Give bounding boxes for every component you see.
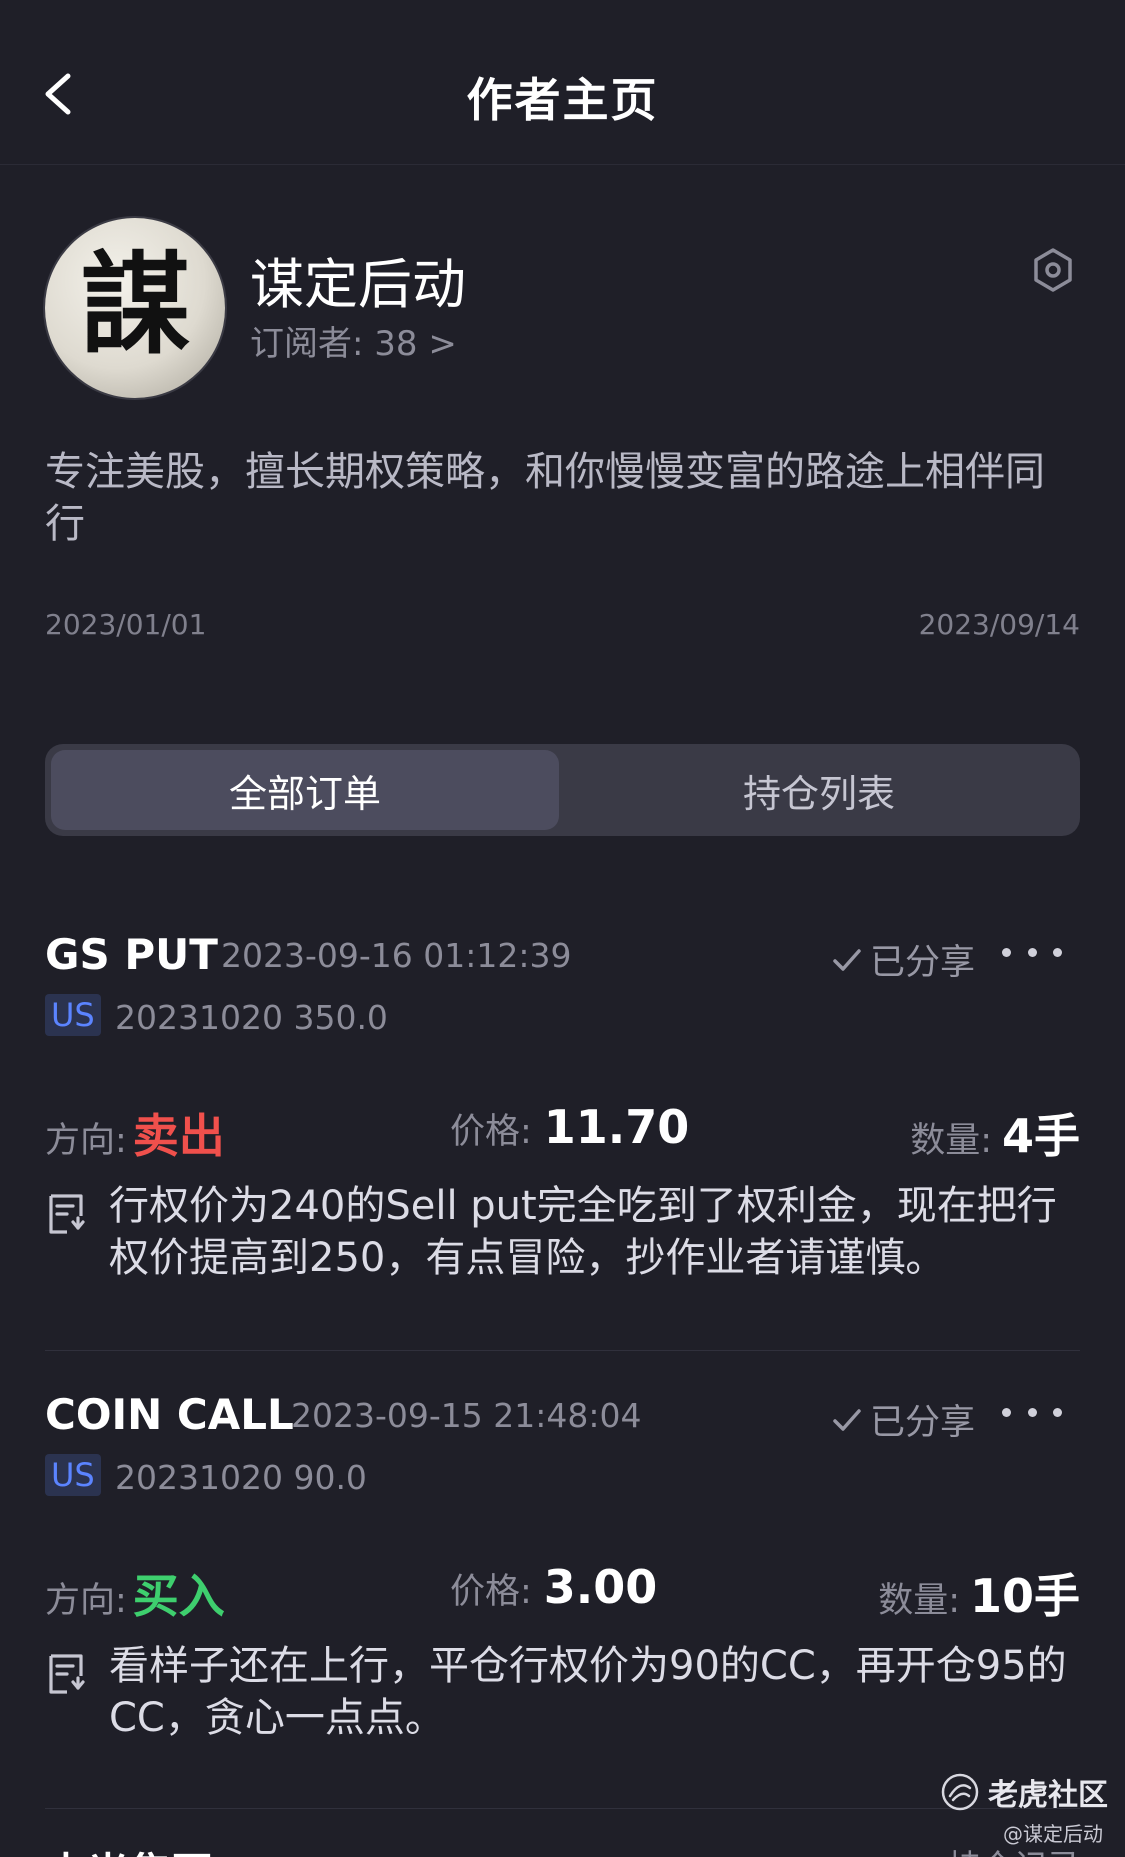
next-order-symbol[interactable]: 中光集团 W (45, 1840, 274, 1857)
market-badge: US (45, 1454, 101, 1496)
settings-button[interactable] (1028, 245, 1078, 295)
qty-label: 数量: (878, 1581, 960, 1621)
qty-label: 数量: (910, 1121, 992, 1161)
divider (45, 1808, 1080, 1809)
shared-label: 已分享 (869, 1403, 975, 1443)
checkmark-icon (833, 1408, 861, 1431)
author-name: 谋定后动 (250, 253, 466, 316)
market-badge: US (45, 994, 101, 1036)
more-dot (1053, 1407, 1062, 1417)
contract-info: 20231020 350.0 (115, 998, 388, 1037)
order-time: 2023-09-15 21:48:04 (291, 1396, 642, 1435)
order-note: 看样子还在上行，平仓行权价为90的CC，再开仓95的CC，贪心一点点。 (109, 1643, 1067, 1741)
contract-info: 20231020 90.0 (115, 1458, 367, 1497)
more-options-button[interactable] (1002, 930, 1062, 974)
qty-value: 10手 (969, 1569, 1080, 1623)
order-card[interactable]: GS PUT 2023-09-16 01:12:39 已分享 US 202310… (45, 930, 1080, 1330)
order-tabs: 全部订单 持仓列表 (45, 744, 1080, 836)
page-title: 作者主页 (466, 73, 659, 127)
order-card[interactable]: COIN CALL 2023-09-15 21:48:04 已分享 US 202… (45, 1390, 1080, 1790)
settings-hexagon-icon (1034, 248, 1072, 292)
price-label: 价格: (450, 1572, 532, 1612)
direction-label: 方向: (45, 1581, 127, 1621)
date-range-start: 2023/01/01 (45, 608, 207, 641)
author-page: 作者主页 謀 谋定后动 订阅者: 38 > 专注美股，擅长期权策略，和你慢慢变富… (0, 0, 1125, 1857)
tab-all-orders[interactable]: 全部订单 (51, 750, 559, 830)
order-symbol: COIN CALL (45, 1390, 294, 1439)
shared-label: 已分享 (869, 943, 975, 983)
direction-value: 买入 (132, 1569, 225, 1623)
order-direction: 方向: 买入 (45, 1560, 225, 1626)
more-dots-icon (1002, 1407, 1011, 1417)
direction-value: 卖出 (132, 1109, 225, 1163)
more-dots-icon (1002, 947, 1011, 957)
watermark-user: @谋定后动 (1003, 1822, 1103, 1846)
price-value: 11.70 (543, 1100, 690, 1154)
checkmark-icon (833, 948, 861, 971)
tiger-logo-icon (941, 1773, 979, 1811)
author-bio: 专注美股，擅长期权策略，和你慢慢变富的路途上相伴同行 (45, 449, 1045, 547)
date-range-end: 2023/09/14 (918, 608, 1080, 641)
order-price: 价格: 3.00 (450, 1560, 657, 1614)
order-time: 2023-09-16 01:12:39 (221, 936, 572, 975)
order-price: 价格: 11.70 (450, 1100, 689, 1154)
order-symbol: GS PUT (45, 930, 218, 979)
price-value: 3.00 (543, 1560, 658, 1614)
subscriber-count-link[interactable]: 订阅者: 38 > (250, 316, 457, 365)
avatar-seal-image: 謀 (80, 240, 190, 369)
avatar[interactable]: 謀 (45, 218, 225, 398)
order-note: 行权价为240的Sell put完全吃到了权利金，现在把行权价提高到250，有点… (109, 1183, 1057, 1281)
shared-status[interactable]: 已分享 (830, 1394, 975, 1445)
note-icon (49, 1194, 85, 1234)
more-dot (1027, 1407, 1037, 1417)
tab-positions[interactable]: 持仓列表 (565, 750, 1073, 830)
watermark-brand: 老虎社区 (988, 1778, 1108, 1813)
more-dot (1027, 947, 1037, 957)
more-dot (1053, 947, 1062, 957)
top-bar: 作者主页 (0, 0, 1125, 165)
price-label: 价格: (450, 1112, 532, 1152)
shared-status[interactable]: 已分享 (830, 934, 975, 985)
order-quantity: 数量: 10手 (878, 1560, 1080, 1626)
order-direction: 方向: 卖出 (45, 1100, 225, 1166)
direction-label: 方向: (45, 1121, 127, 1161)
qty-value: 4手 (1001, 1109, 1080, 1163)
divider (45, 1350, 1080, 1351)
more-options-button[interactable] (1002, 1390, 1062, 1434)
note-icon (49, 1654, 85, 1694)
avatar-character: 謀 (80, 240, 190, 369)
order-quantity: 数量: 4手 (910, 1100, 1080, 1166)
